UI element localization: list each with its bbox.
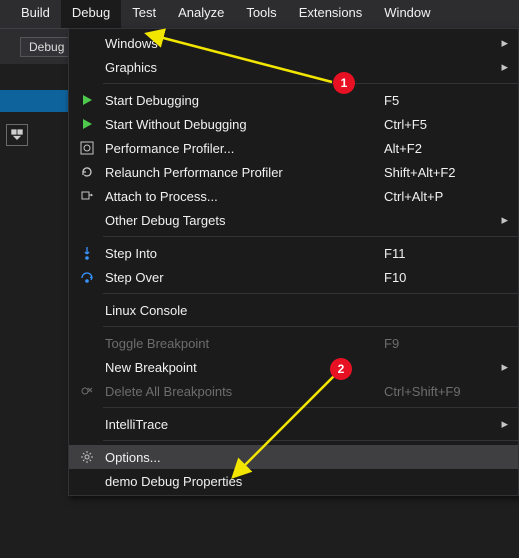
menu-item-label: Performance Profiler... xyxy=(105,141,384,156)
blank-icon xyxy=(75,414,99,434)
blank-icon xyxy=(75,333,99,353)
play-icon xyxy=(75,90,99,110)
menu-item-windows[interactable]: Windows ▸ xyxy=(69,31,518,55)
menu-item-delete-all-breakpoints: Delete All BreakpointsCtrl+Shift+F9 xyxy=(69,379,518,403)
menu-item-shortcut: F5 xyxy=(384,93,494,108)
menu-item-intellitrace[interactable]: IntelliTrace ▸ xyxy=(69,412,518,436)
blank-icon xyxy=(75,33,99,53)
menu-debug[interactable]: Debug xyxy=(61,0,121,28)
menu-item-toggle-breakpoint: Toggle BreakpointF9 xyxy=(69,331,518,355)
menu-item-label: Toggle Breakpoint xyxy=(105,336,384,351)
menu-item-options[interactable]: Options... xyxy=(69,445,518,469)
menu-tools[interactable]: Tools xyxy=(235,0,287,28)
menu-item-label: Other Debug Targets xyxy=(105,213,384,228)
menu-separator xyxy=(103,326,518,327)
menu-item-shortcut: Ctrl+Shift+F9 xyxy=(384,384,494,399)
profiler-icon xyxy=(75,138,99,158)
relaunch-icon xyxy=(75,162,99,182)
menu-item-label: demo Debug Properties xyxy=(105,474,384,489)
menu-separator xyxy=(103,440,518,441)
stepover-icon xyxy=(75,267,99,287)
menu-item-shortcut: Alt+F2 xyxy=(384,141,494,156)
menu-item-linux-console[interactable]: Linux Console xyxy=(69,298,518,322)
menu-item-start-without-debugging[interactable]: Start Without DebuggingCtrl+F5 xyxy=(69,112,518,136)
menu-build[interactable]: Build xyxy=(10,0,61,28)
chevron-right-icon: ▸ xyxy=(494,212,508,228)
menu-item-other-debug-targets[interactable]: Other Debug Targets ▸ xyxy=(69,208,518,232)
menu-item-label: Linux Console xyxy=(105,303,384,318)
menu-item-label: Options... xyxy=(105,450,384,465)
chevron-right-icon: ▸ xyxy=(494,59,508,75)
attach-icon xyxy=(75,186,99,206)
menu-item-label: Attach to Process... xyxy=(105,189,384,204)
chevron-right-icon: ▸ xyxy=(494,35,508,51)
chevron-right-icon: ▸ xyxy=(494,359,508,375)
menu-item-label: Step Over xyxy=(105,270,384,285)
menu-separator xyxy=(103,407,518,408)
menu-item-shortcut: Ctrl+F5 xyxy=(384,117,494,132)
menu-item-shortcut: Shift+Alt+F2 xyxy=(384,165,494,180)
menu-item-relaunch-performance-profiler[interactable]: Relaunch Performance ProfilerShift+Alt+F… xyxy=(69,160,518,184)
menu-item-label: New Breakpoint xyxy=(105,360,384,375)
debug-dropdown: Windows▸Graphics▸Start DebuggingF5Start … xyxy=(68,28,519,496)
menu-item-step-over[interactable]: Step OverF10 xyxy=(69,265,518,289)
menu-item-shortcut: Ctrl+Alt+P xyxy=(384,189,494,204)
menu-extensions[interactable]: Extensions xyxy=(288,0,374,28)
menu-separator xyxy=(103,83,518,84)
menu-item-label: Graphics xyxy=(105,60,384,75)
menu-item-label: IntelliTrace xyxy=(105,417,384,432)
play-icon xyxy=(75,114,99,134)
tool-window-icon[interactable] xyxy=(6,124,28,146)
menu-item-label: Start Without Debugging xyxy=(105,117,384,132)
gear-icon xyxy=(75,447,99,467)
menu-item-label: Relaunch Performance Profiler xyxy=(105,165,384,180)
menu-item-attach-to-process[interactable]: Attach to Process...Ctrl+Alt+P xyxy=(69,184,518,208)
menu-item-label: Step Into xyxy=(105,246,384,261)
menu-item-demo-debug-properties[interactable]: demo Debug Properties xyxy=(69,469,518,493)
menu-item-shortcut: F9 xyxy=(384,336,494,351)
menu-item-label: Delete All Breakpoints xyxy=(105,384,384,399)
stepinto-icon xyxy=(75,243,99,263)
delbp-icon xyxy=(75,381,99,401)
menu-item-label: Start Debugging xyxy=(105,93,384,108)
menu-item-graphics[interactable]: Graphics ▸ xyxy=(69,55,518,79)
blank-icon xyxy=(75,471,99,491)
blank-icon xyxy=(75,57,99,77)
blank-icon xyxy=(75,300,99,320)
menu-analyze[interactable]: Analyze xyxy=(167,0,235,28)
chevron-right-icon: ▸ xyxy=(494,416,508,432)
menu-item-new-breakpoint[interactable]: New Breakpoint ▸ xyxy=(69,355,518,379)
menu-test[interactable]: Test xyxy=(121,0,167,28)
menu-item-performance-profiler[interactable]: Performance Profiler...Alt+F2 xyxy=(69,136,518,160)
config-label: Debug xyxy=(29,40,64,54)
menu-separator xyxy=(103,236,518,237)
menu-item-shortcut: F11 xyxy=(384,246,494,261)
menu-window[interactable]: Window xyxy=(373,0,441,28)
selection-strip xyxy=(0,90,68,112)
menu-item-step-into[interactable]: Step IntoF11 xyxy=(69,241,518,265)
blank-icon xyxy=(75,357,99,377)
menu-separator xyxy=(103,293,518,294)
menu-item-start-debugging[interactable]: Start DebuggingF5 xyxy=(69,88,518,112)
menubar: Build Debug Test Analyze Tools Extension… xyxy=(0,0,519,28)
blank-icon xyxy=(75,210,99,230)
menu-item-shortcut: F10 xyxy=(384,270,494,285)
menu-item-label: Windows xyxy=(105,36,384,51)
